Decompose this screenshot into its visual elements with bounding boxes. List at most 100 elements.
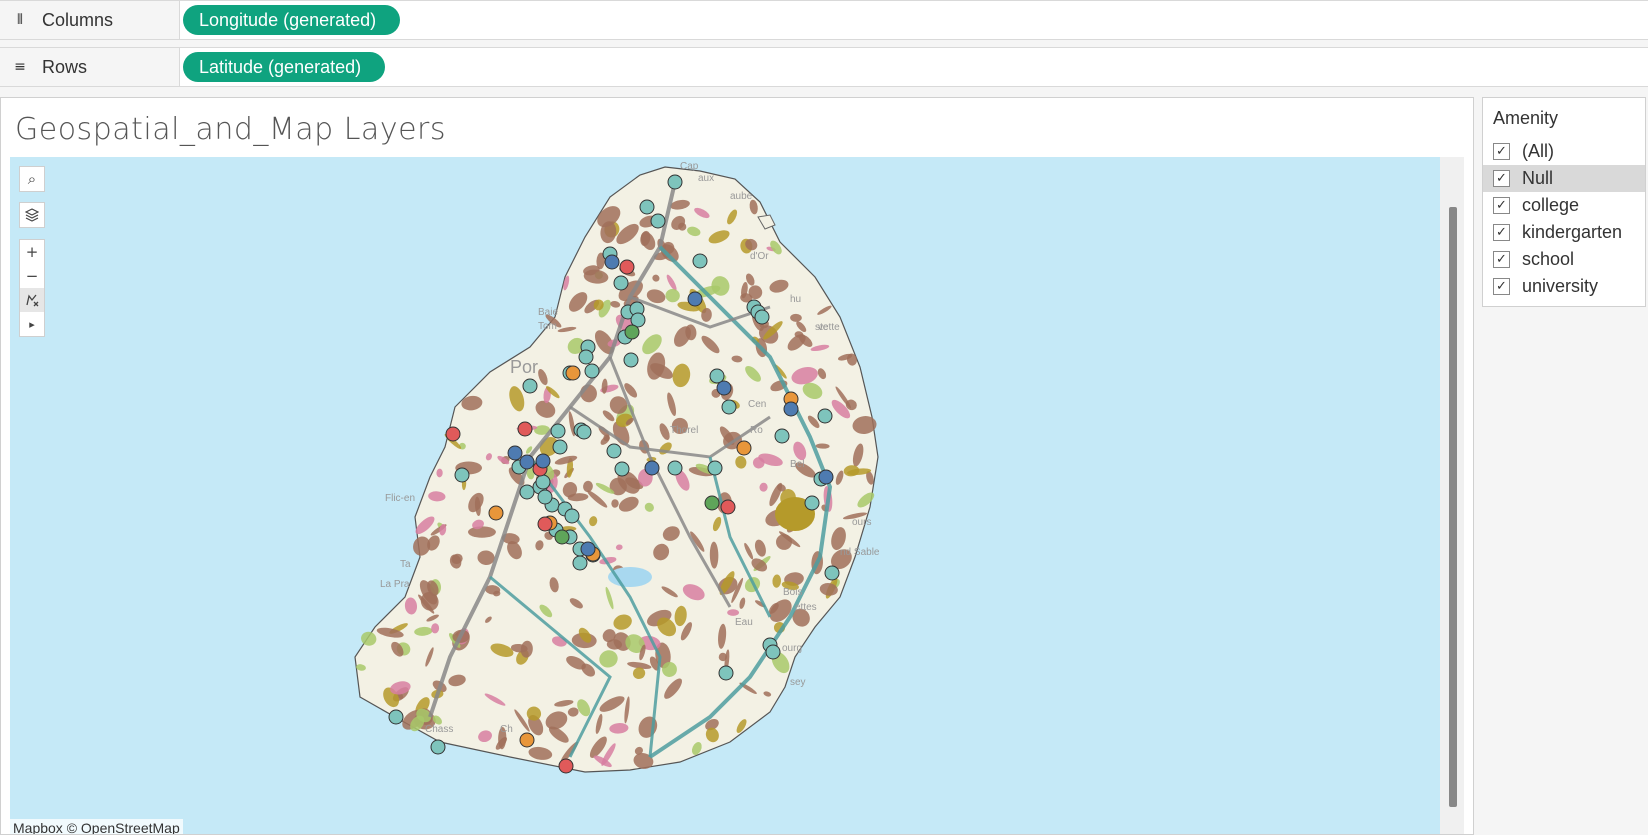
school-mark[interactable] bbox=[507, 445, 523, 461]
columns-shelf[interactable]: ⦀ Columns Longitude (generated) bbox=[0, 0, 1648, 40]
kindergarten-mark[interactable] bbox=[619, 259, 635, 275]
place-label: Thorel bbox=[670, 425, 698, 436]
null-mark[interactable] bbox=[537, 489, 553, 505]
map-canvas[interactable]: Capauxaubed'OrhustevetteBaieTomPorCenFli… bbox=[10, 157, 1440, 835]
filter-item-school[interactable]: ✓ school bbox=[1483, 246, 1645, 273]
college-mark[interactable] bbox=[736, 440, 752, 456]
filter-item-university[interactable]: ✓ university bbox=[1483, 273, 1645, 300]
null-mark[interactable] bbox=[817, 408, 833, 424]
null-mark[interactable] bbox=[519, 484, 535, 500]
null-mark[interactable] bbox=[667, 174, 683, 190]
kindergarten-mark[interactable] bbox=[558, 758, 574, 774]
null-mark[interactable] bbox=[552, 439, 568, 455]
null-mark[interactable] bbox=[639, 199, 655, 215]
college-mark[interactable] bbox=[565, 365, 581, 381]
filter-item-null[interactable]: ✓ Null bbox=[1483, 165, 1645, 192]
university-mark[interactable] bbox=[554, 529, 570, 545]
null-mark[interactable] bbox=[774, 428, 790, 444]
college-mark[interactable] bbox=[488, 505, 504, 521]
place-label: Bel bbox=[790, 459, 804, 470]
school-mark[interactable] bbox=[818, 469, 834, 485]
kindergarten-mark[interactable] bbox=[537, 516, 553, 532]
search-icon[interactable]: ⌕ bbox=[20, 167, 44, 191]
null-mark[interactable] bbox=[765, 644, 781, 660]
checkbox-icon[interactable]: ✓ bbox=[1493, 251, 1510, 268]
null-mark[interactable] bbox=[564, 508, 580, 524]
place-label: Ta bbox=[400, 559, 411, 570]
null-mark[interactable] bbox=[550, 423, 566, 439]
map-attribution[interactable]: Mapbox © OpenStreetMap bbox=[10, 819, 183, 834]
columns-shelf-header: ⦀ Columns bbox=[0, 1, 180, 39]
filter-item-label: kindergarten bbox=[1522, 222, 1623, 242]
latitude-pill[interactable]: Latitude (generated) bbox=[183, 52, 386, 82]
place-label: Bois bbox=[783, 587, 802, 598]
school-mark[interactable] bbox=[580, 541, 596, 557]
null-mark[interactable] bbox=[707, 460, 723, 476]
expand-toolbar-icon[interactable]: ▸ bbox=[20, 312, 44, 336]
place-label: ourg bbox=[782, 643, 802, 654]
university-mark[interactable] bbox=[624, 324, 640, 340]
checkbox-icon[interactable]: ✓ bbox=[1493, 224, 1510, 241]
place-label: Ro bbox=[750, 425, 763, 436]
checkbox-icon[interactable]: ✓ bbox=[1493, 143, 1510, 160]
college-mark[interactable] bbox=[519, 732, 535, 748]
null-mark[interactable] bbox=[522, 378, 538, 394]
lake-patch bbox=[608, 567, 652, 587]
kindergarten-mark[interactable] bbox=[720, 499, 736, 515]
longitude-pill[interactable]: Longitude (generated) bbox=[183, 5, 401, 35]
school-mark[interactable] bbox=[687, 291, 703, 307]
null-mark[interactable] bbox=[454, 467, 470, 483]
null-mark[interactable] bbox=[718, 665, 734, 681]
null-mark[interactable] bbox=[430, 739, 446, 755]
map-search-toolbar[interactable]: ⌕ bbox=[19, 166, 45, 192]
null-mark[interactable] bbox=[572, 555, 588, 571]
filter-item-college[interactable]: ✓ college bbox=[1483, 192, 1645, 219]
university-mark[interactable] bbox=[704, 495, 720, 511]
place-label: ettes bbox=[795, 602, 817, 613]
null-mark[interactable] bbox=[578, 349, 594, 365]
place-label: Ch bbox=[500, 724, 513, 735]
kindergarten-mark[interactable] bbox=[517, 421, 533, 437]
null-mark[interactable] bbox=[388, 709, 404, 725]
zoom-in-button[interactable]: + bbox=[20, 240, 44, 264]
null-mark[interactable] bbox=[667, 460, 683, 476]
checkbox-icon[interactable]: ✓ bbox=[1493, 278, 1510, 295]
filter-item-kindergarten[interactable]: ✓ kindergarten bbox=[1483, 219, 1645, 246]
kindergarten-mark[interactable] bbox=[445, 426, 461, 442]
school-mark[interactable] bbox=[783, 401, 799, 417]
scrollbar-thumb[interactable] bbox=[1449, 207, 1457, 807]
null-mark[interactable] bbox=[613, 275, 629, 291]
layers-icon[interactable] bbox=[20, 203, 44, 227]
null-mark[interactable] bbox=[754, 309, 770, 325]
map-layers-toolbar[interactable] bbox=[19, 202, 45, 228]
checkbox-icon[interactable]: ✓ bbox=[1493, 170, 1510, 187]
null-mark[interactable] bbox=[576, 424, 592, 440]
null-mark[interactable] bbox=[804, 495, 820, 511]
school-mark[interactable] bbox=[519, 454, 535, 470]
null-mark[interactable] bbox=[824, 565, 840, 581]
pan-icon[interactable] bbox=[20, 288, 44, 312]
place-label: Eau bbox=[735, 617, 753, 628]
null-mark[interactable] bbox=[535, 474, 551, 490]
urban-patch bbox=[467, 526, 496, 538]
map-view[interactable]: Cap aux aube d'Or hu ste vette Baie Tom Por Cen Fli… bbox=[10, 157, 1440, 835]
school-mark[interactable] bbox=[535, 453, 551, 469]
rows-shelf[interactable]: ≡ Rows Latitude (generated) bbox=[0, 47, 1648, 87]
null-mark[interactable] bbox=[614, 461, 630, 477]
school-mark[interactable] bbox=[644, 460, 660, 476]
null-mark[interactable] bbox=[584, 363, 600, 379]
null-mark[interactable] bbox=[721, 399, 737, 415]
zoom-out-button[interactable]: − bbox=[20, 264, 44, 288]
school-mark[interactable] bbox=[716, 380, 732, 396]
place-label: Baie bbox=[538, 307, 558, 318]
checkbox-icon[interactable]: ✓ bbox=[1493, 197, 1510, 214]
null-mark[interactable] bbox=[692, 253, 708, 269]
null-mark[interactable] bbox=[650, 213, 666, 229]
map-zoom-toolbar[interactable]: + − ▸ bbox=[19, 239, 45, 337]
columns-icon: ⦀ bbox=[16, 12, 24, 28]
null-mark[interactable] bbox=[623, 352, 639, 368]
rows-label: Rows bbox=[42, 56, 88, 77]
null-mark[interactable] bbox=[606, 443, 622, 459]
school-mark[interactable] bbox=[604, 254, 620, 270]
filter-item-all[interactable]: ✓ (All) bbox=[1483, 138, 1645, 165]
